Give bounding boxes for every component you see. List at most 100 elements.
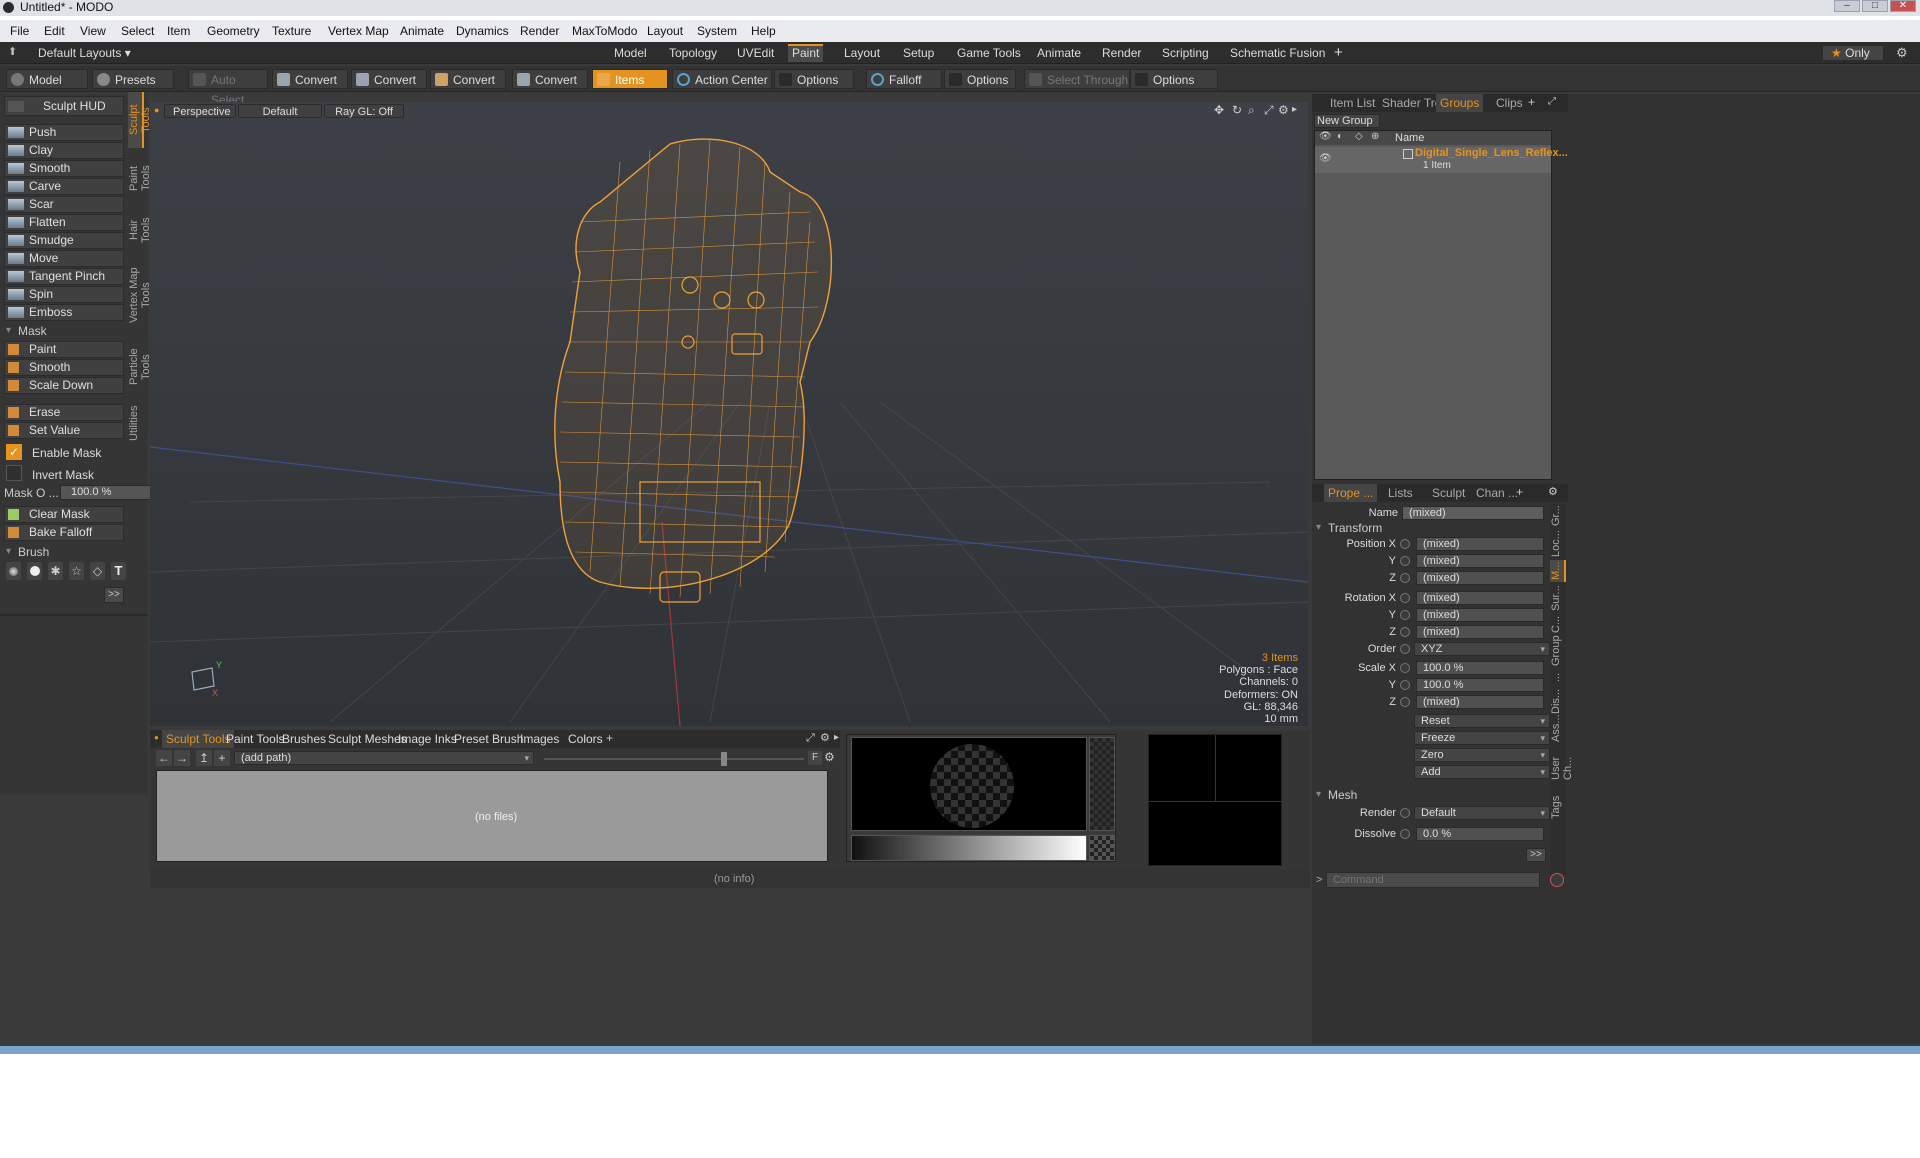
menu-view[interactable]: View	[80, 24, 106, 38]
tool-move[interactable]: Move	[4, 250, 124, 267]
auto-select-button[interactable]: Auto Select	[188, 69, 268, 107]
convert-button-2[interactable]: Convert	[351, 69, 427, 89]
group-name[interactable]: Digital_Single_Lens_Reflex...	[1415, 147, 1568, 159]
falloff-button[interactable]: Falloff	[866, 69, 942, 89]
ptab-channels[interactable]: Chan ...	[1472, 484, 1522, 502]
only-toggle[interactable]: ★ Only	[1822, 45, 1884, 61]
tool-spin[interactable]: Spin	[4, 286, 124, 303]
up-folder-icon[interactable]: ↥	[196, 750, 212, 766]
options-button-2[interactable]: Options	[944, 69, 1016, 89]
set-value-button[interactable]: Set Value	[4, 422, 124, 439]
convert-button-4[interactable]: Convert	[512, 69, 588, 89]
side-tab-dis[interactable]: Dis...	[1550, 688, 1566, 714]
side-tab-more[interactable]: ...	[1550, 668, 1566, 686]
dissolve-key[interactable]	[1400, 829, 1410, 839]
menu-item[interactable]: Item	[167, 24, 190, 38]
layout-selector[interactable]: Default Layouts ▾	[38, 46, 131, 60]
tool-clay[interactable]: Clay	[4, 142, 124, 159]
vtab-particle-tools[interactable]: Particle Tools	[128, 336, 152, 398]
side-tab-ass[interactable]: Ass...	[1550, 714, 1566, 742]
render-dropdown[interactable]: Default	[1414, 806, 1550, 820]
add-tab-icon[interactable]: +	[1334, 44, 1343, 61]
rotation-x-key[interactable]	[1400, 593, 1410, 603]
bake-falloff-button[interactable]: Bake Falloff	[4, 524, 124, 541]
scale-z-field[interactable]: (mixed)	[1416, 695, 1544, 709]
select-through-button[interactable]: Select Through	[1024, 69, 1130, 89]
tab-model[interactable]: Model	[610, 44, 651, 62]
brush-hard-icon[interactable]	[27, 562, 42, 580]
add-rtab-icon[interactable]: +	[1528, 95, 1535, 109]
transform-section[interactable]: Transform	[1314, 520, 1438, 536]
options-button-3[interactable]: Options	[1130, 69, 1218, 89]
vtab-hair-tools[interactable]: Hair Tools	[128, 206, 152, 254]
bottom-expand-icon[interactable]: ▸	[834, 732, 839, 743]
brush-text-icon[interactable]: T	[111, 562, 126, 580]
menu-animate[interactable]: Animate	[400, 24, 444, 38]
ptab-sculpt[interactable]: Sculpt	[1428, 484, 1469, 502]
tab-scripting[interactable]: Scripting	[1158, 44, 1213, 62]
side-tab-m[interactable]: M...	[1550, 560, 1566, 582]
ptab-properties[interactable]: Prope ...	[1324, 484, 1378, 502]
menu-help[interactable]: Help	[751, 24, 776, 38]
tab-game-tools[interactable]: Game Tools	[953, 44, 1025, 62]
position-x-key[interactable]	[1400, 539, 1410, 549]
side-tab-tags[interactable]: Tags	[1550, 794, 1566, 820]
order-key[interactable]	[1400, 644, 1410, 654]
invert-mask-checkbox[interactable]	[6, 465, 22, 481]
up-arrow-icon[interactable]: ⬆	[8, 45, 17, 58]
tab-schematic-fusion[interactable]: Schematic Fusion	[1226, 44, 1329, 62]
file-browser-area[interactable]: (no files)	[156, 770, 828, 862]
brush-star-icon[interactable]: ☆	[69, 562, 84, 580]
enable-mask-checkbox[interactable]: ✓	[6, 444, 22, 460]
close-icon[interactable]: ✕	[1890, 0, 1916, 12]
path-settings-icon[interactable]: ⚙	[824, 750, 835, 764]
properties-more-button[interactable]: >>	[1526, 848, 1546, 862]
brush-soft-icon[interactable]	[6, 562, 21, 580]
brush-section-header[interactable]: Brush	[4, 544, 128, 560]
brush-more-button[interactable]: >>	[104, 587, 124, 603]
rotation-y-field[interactable]: (mixed)	[1416, 608, 1544, 622]
zero-dropdown[interactable]: Zero	[1414, 748, 1550, 762]
brush-gradient-bar[interactable]	[851, 835, 1087, 861]
side-tab-group[interactable]: Group	[1550, 635, 1566, 666]
command-record-icon[interactable]	[1550, 873, 1564, 887]
position-x-field[interactable]: (mixed)	[1416, 537, 1544, 551]
bottom-gear-icon[interactable]: ⚙	[820, 731, 830, 744]
tab-uvedit[interactable]: UVEdit	[733, 44, 778, 62]
options-button-1[interactable]: Options	[774, 69, 854, 89]
mask-paint[interactable]: Paint	[4, 341, 124, 358]
tab-render[interactable]: Render	[1098, 44, 1145, 62]
convert-button-3[interactable]: Convert	[430, 69, 506, 89]
brush-custom-icon[interactable]: ◇	[90, 562, 105, 580]
bottom-maximize-icon[interactable]: ⤢	[806, 732, 815, 745]
mask-smooth[interactable]: Smooth	[4, 359, 124, 376]
presets-button[interactable]: Presets F6	[92, 69, 174, 107]
gradient-swatch[interactable]	[1089, 835, 1115, 861]
tool-flatten[interactable]: Flatten	[4, 214, 124, 231]
path-dropdown[interactable]: (add path)	[234, 751, 534, 765]
vtab-sculpt-tools[interactable]: Sculpt Tools	[128, 92, 152, 148]
menu-dynamics[interactable]: Dynamics	[456, 24, 509, 38]
brush-splat-icon[interactable]: ✱	[48, 562, 63, 580]
side-tab-sur[interactable]: Sur...	[1550, 584, 1566, 612]
position-z-key[interactable]	[1400, 573, 1410, 583]
scale-y-field[interactable]: 100.0 %	[1416, 678, 1544, 692]
menu-texture[interactable]: Texture	[272, 24, 311, 38]
menu-edit[interactable]: Edit	[44, 24, 65, 38]
minimize-icon[interactable]: –	[1834, 0, 1860, 12]
tool-emboss[interactable]: Emboss	[4, 304, 124, 321]
tab-layout[interactable]: Layout	[840, 44, 884, 62]
side-tab-loc[interactable]: Loc...	[1550, 530, 1566, 558]
reset-dropdown[interactable]: Reset	[1414, 714, 1550, 728]
menu-render[interactable]: Render	[520, 24, 559, 38]
btab-brushes[interactable]: Brushes	[278, 730, 330, 748]
sculpt-hud-button[interactable]: Sculpt HUD	[4, 96, 124, 116]
rtab-item-list[interactable]: Item List	[1326, 94, 1379, 112]
tool-tangent-pinch[interactable]: Tangent Pinch	[4, 268, 124, 285]
action-center-button[interactable]: Action Center	[672, 69, 772, 89]
tool-carve[interactable]: Carve	[4, 178, 124, 195]
vtab-utilities[interactable]: Utilities	[128, 402, 144, 444]
clear-mask-button[interactable]: Clear Mask	[4, 506, 124, 523]
slider-handle[interactable]	[721, 752, 727, 766]
convert-button-1[interactable]: Convert	[272, 69, 348, 89]
